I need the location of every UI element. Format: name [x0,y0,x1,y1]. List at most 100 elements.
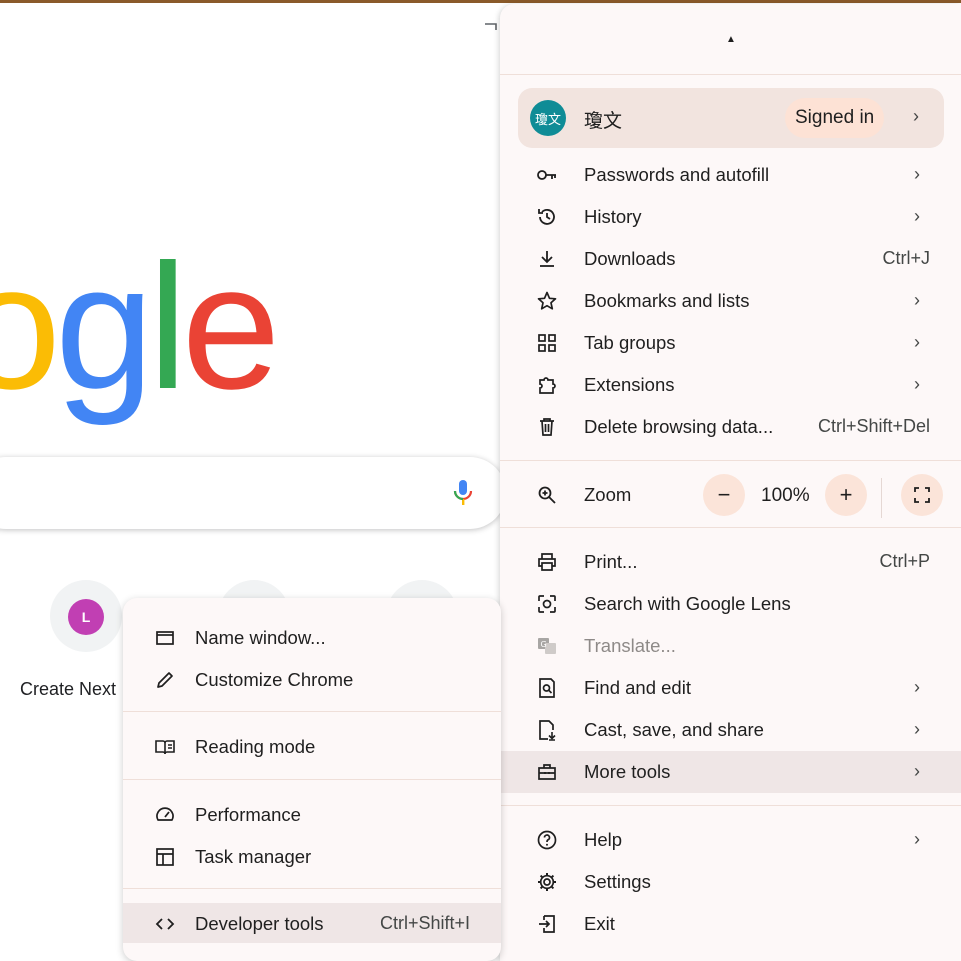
menu-item-bookmarks[interactable]: Bookmarks and lists › [500,280,961,322]
divider [500,527,961,528]
signed-in-badge: Signed in [785,98,885,138]
key-icon [536,164,558,186]
chevron-right-icon: › [913,106,919,126]
tab-search-icon[interactable] [482,20,502,42]
menu-item-more-tools[interactable]: More tools › [500,751,961,793]
submenu-item-label: Reading mode [195,736,316,757]
profile-avatar: 瓊文 [530,100,566,136]
menu-item-google-lens[interactable]: Search with Google Lens [500,583,961,625]
divider [500,460,961,461]
puzzle-icon [536,374,558,396]
help-icon [536,829,558,851]
microphone-icon[interactable] [452,478,474,508]
menu-item-exit[interactable]: Exit [500,903,961,945]
menu-item-find-and-edit[interactable]: Find and edit › [500,667,961,709]
menu-item-print[interactable]: Print... Ctrl+P [500,541,961,583]
shortcut-text: Ctrl+Shift+I [379,913,470,933]
divider [500,74,961,75]
chevron-right-icon: › [914,290,920,310]
menu-item-label: Cast, save, and share [584,719,764,740]
shortcut-text: Ctrl+J [882,248,930,268]
google-logo: ogle [0,227,281,426]
menu-item-label: Exit [584,913,615,934]
chevron-right-icon: › [914,206,920,226]
menu-item-label: Print... [584,551,638,572]
menu-item-label: History [584,206,642,227]
pencil-icon [154,669,176,691]
lens-icon [536,593,558,615]
submenu-item-developer-tools[interactable]: Developer tools Ctrl+Shift+I [123,903,501,943]
task-manager-icon [154,846,176,868]
exit-icon [536,913,558,935]
divider [123,711,501,712]
shortcut-avatar: L [68,599,104,635]
submenu-item-reading-mode[interactable]: Reading mode [123,726,501,766]
menu-item-label: Find and edit [584,677,691,698]
profile-name: 瓊文 [584,111,623,132]
submenu-item-label: Task manager [195,846,312,867]
menu-item-label: More tools [584,761,671,782]
submenu-item-performance[interactable]: Performance [123,794,501,834]
menu-item-settings[interactable]: Settings [500,861,961,903]
code-icon [154,913,176,935]
cast-save-icon [536,719,558,741]
window-top-border [0,0,961,3]
menu-item-tab-groups[interactable]: Tab groups › [500,322,961,364]
star-icon [536,290,558,312]
menu-item-label: Passwords and autofill [584,164,770,185]
submenu-item-label: Performance [195,804,301,825]
speedometer-icon [154,804,176,826]
submenu-item-name-window[interactable]: Name window... [123,617,501,657]
profile-item[interactable]: 瓊文 瓊文 Signed in › [518,88,944,148]
menu-item-translate[interactable]: G Translate... [500,625,961,667]
chevron-right-icon: › [914,677,920,697]
chevron-right-icon: › [914,374,920,394]
window-icon [154,627,176,649]
fullscreen-button[interactable] [901,474,943,516]
menu-item-passwords[interactable]: Passwords and autofill › [500,154,961,196]
fullscreen-icon [914,487,930,503]
submenu-item-label: Customize Chrome [195,669,354,690]
menu-item-label: Bookmarks and lists [584,290,750,311]
zoom-out-button[interactable]: − [703,474,745,516]
book-icon [154,736,176,758]
zoom-icon [536,484,558,506]
menu-item-history[interactable]: History › [500,196,961,238]
menu-item-label: Downloads [584,248,676,269]
menu-item-cast-save-share[interactable]: Cast, save, and share › [500,709,961,751]
menu-item-label: Search with Google Lens [584,593,791,614]
shortcut-label[interactable]: Create Next [20,679,116,700]
submenu-item-customize-chrome[interactable]: Customize Chrome [123,659,501,699]
menu-item-extensions[interactable]: Extensions › [500,364,961,406]
menu-item-label: Translate... [584,635,676,656]
menu-item-help[interactable]: Help › [500,819,961,861]
zoom-in-button[interactable]: + [825,474,867,516]
divider [881,478,882,518]
chevron-right-icon: › [914,829,920,849]
caret-up-icon: ▲ [726,34,736,45]
submenu-item-label: Developer tools [195,913,324,934]
print-icon [536,551,558,573]
trash-icon [536,416,558,438]
svg-text:G: G [541,640,547,649]
submenu-item-label: Name window... [195,627,326,648]
search-box[interactable] [0,457,506,529]
chrome-main-menu: ▲ 瓊文 瓊文 Signed in › Passwords and autofi… [500,4,961,961]
menu-item-label: Help [584,829,623,850]
translate-icon: G [536,635,558,657]
submenu-item-task-manager[interactable]: Task manager [123,836,501,876]
more-tools-submenu: Name window... Customize Chrome Reading … [123,598,501,961]
grid-icon [536,332,558,354]
menu-item-delete-browsing-data[interactable]: Delete browsing data... Ctrl+Shift+Del [500,406,961,448]
divider [123,888,501,889]
chevron-right-icon: › [914,164,920,184]
gear-icon [536,871,558,893]
history-icon [536,206,558,228]
zoom-label: Zoom [584,484,632,505]
menu-item-label: Extensions [584,374,675,395]
menu-item-label: Settings [584,871,651,892]
chevron-right-icon: › [914,761,920,781]
find-icon [536,677,558,699]
menu-item-downloads[interactable]: Downloads Ctrl+J [500,238,961,280]
zoom-level: 100% [761,485,810,506]
